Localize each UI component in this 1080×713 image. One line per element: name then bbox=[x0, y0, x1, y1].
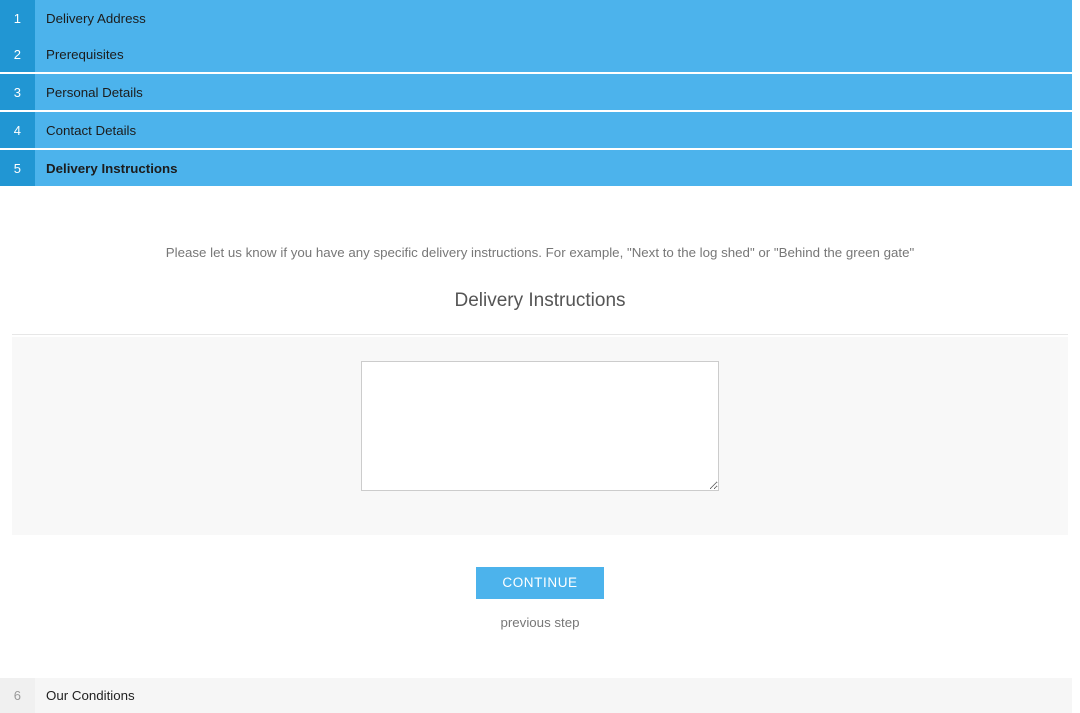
panel-intro-text: Please let us know if you have any speci… bbox=[165, 245, 915, 260]
step-number-3: 3 bbox=[0, 74, 35, 110]
step-label-our-conditions: Our Conditions bbox=[46, 688, 135, 703]
panel-actions: CONTINUE previous step bbox=[0, 535, 1080, 630]
accordion-step-delivery-address[interactable]: 1 Delivery Address bbox=[0, 0, 1072, 36]
step-label-contact-details: Contact Details bbox=[46, 122, 137, 138]
form-area bbox=[12, 336, 1068, 535]
accordion-step-delivery-instructions[interactable]: 5 Delivery Instructions bbox=[0, 148, 1072, 186]
step-label-prerequisites: Prerequisites bbox=[46, 46, 124, 62]
previous-step-link[interactable]: previous step bbox=[0, 615, 1080, 630]
step-number-4: 4 bbox=[0, 112, 35, 148]
step-label-personal-details: Personal Details bbox=[46, 84, 143, 100]
panel-heading: Delivery Instructions bbox=[454, 289, 626, 311]
continue-button[interactable]: CONTINUE bbox=[476, 566, 604, 599]
step-accordion-bottom: 6 Our Conditions bbox=[0, 678, 1072, 713]
step-label-delivery-address: Delivery Address bbox=[46, 10, 146, 26]
accordion-step-prerequisites[interactable]: 2 Prerequisites bbox=[0, 36, 1072, 72]
step-number-1: 1 bbox=[0, 0, 35, 36]
step-accordion-top: 1 Delivery Address 2 Prerequisites 3 Per… bbox=[0, 0, 1072, 186]
right-gutter bbox=[1072, 0, 1080, 713]
step-number-2: 2 bbox=[0, 36, 35, 72]
step-label-delivery-instructions: Delivery Instructions bbox=[46, 160, 178, 176]
delivery-instructions-panel: Please let us know if you have any speci… bbox=[0, 186, 1080, 630]
accordion-step-contact-details[interactable]: 4 Contact Details bbox=[0, 110, 1072, 148]
accordion-step-our-conditions[interactable]: 6 Our Conditions bbox=[0, 678, 1072, 713]
step-number-6: 6 bbox=[0, 678, 35, 713]
accordion-step-personal-details[interactable]: 3 Personal Details bbox=[0, 72, 1072, 110]
delivery-instructions-input[interactable] bbox=[361, 360, 719, 491]
step-number-5: 5 bbox=[0, 150, 35, 186]
heading-divider bbox=[12, 333, 1068, 335]
